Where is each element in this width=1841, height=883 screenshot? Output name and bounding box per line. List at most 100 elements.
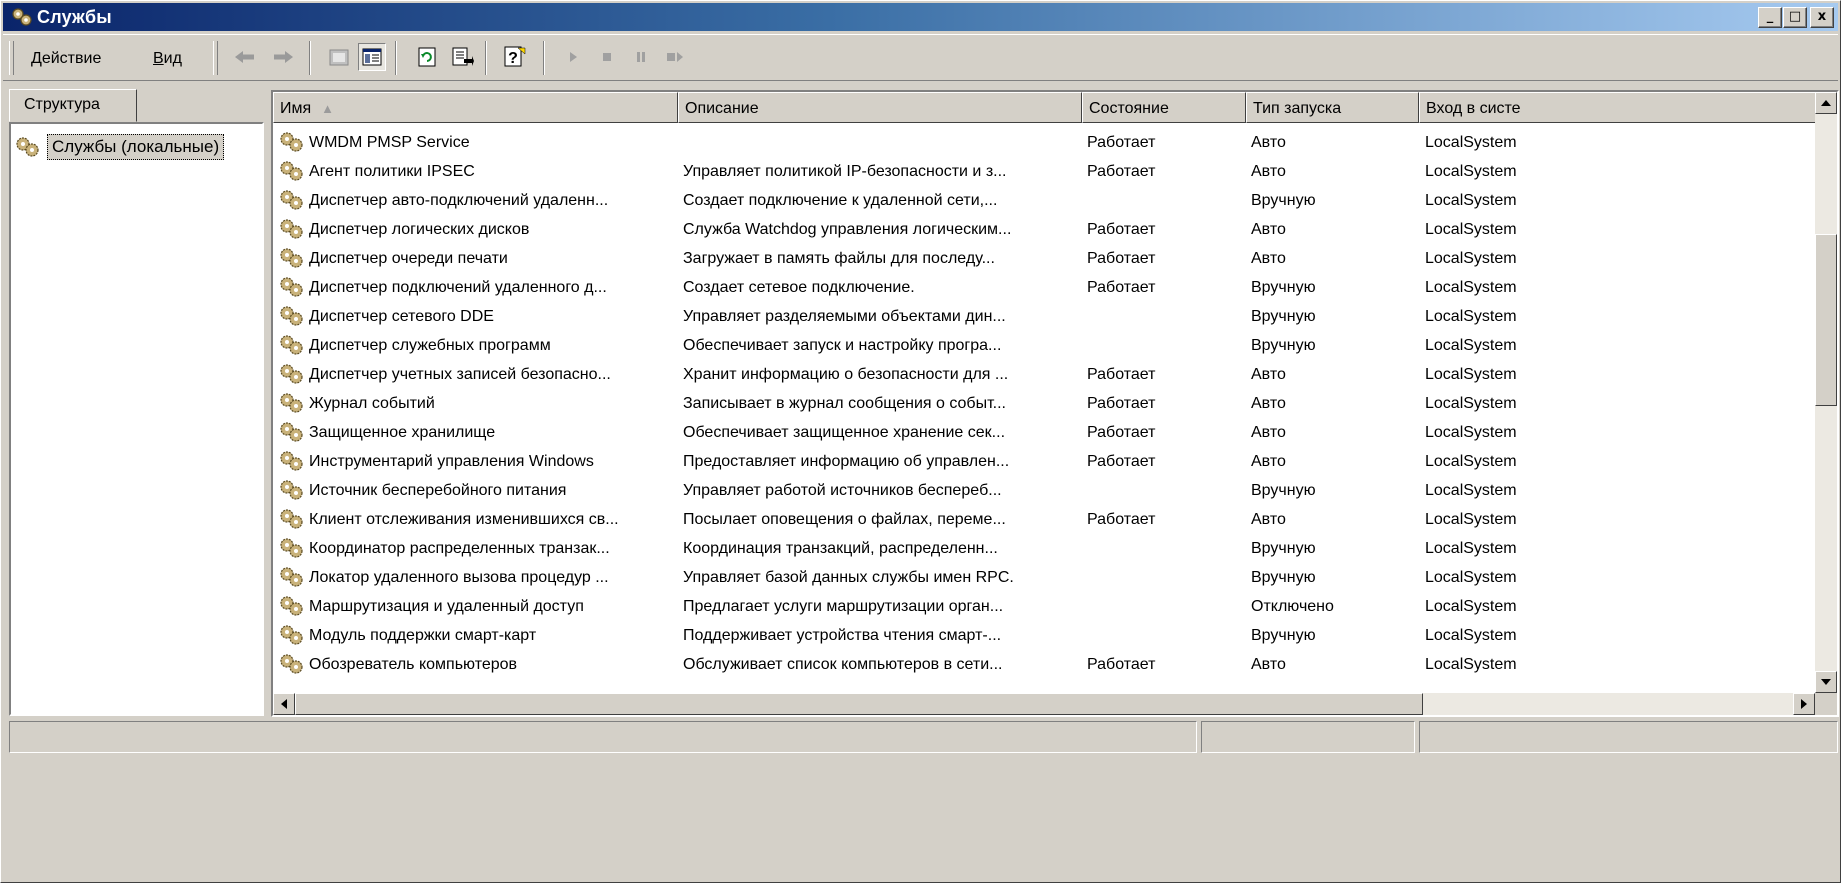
scroll-left-button[interactable]: [273, 693, 295, 715]
scroll-up-button[interactable]: [1815, 92, 1837, 114]
service-name: Диспетчер служебных программ: [309, 337, 551, 354]
service-gear-icon: [280, 364, 303, 384]
service-description: Хранит информацию о безопасности для ...: [683, 366, 1009, 383]
service-gear-icon: [280, 422, 303, 442]
service-gear-icon: [280, 509, 303, 529]
toolbar-grip[interactable]: [9, 41, 14, 75]
table-row[interactable]: Агент политики IPSEC Управляет политикой …: [273, 157, 1803, 186]
table-row[interactable]: Диспетчер учетных записей безопасно... Хр…: [273, 360, 1803, 389]
minimize-button[interactable]: _: [1758, 7, 1782, 28]
menu-view[interactable]: Вид: [153, 50, 182, 68]
restart-service-icon: [667, 52, 683, 62]
service-state: Работает: [1087, 221, 1156, 238]
title-bar[interactable]: Службы _ □ x: [3, 3, 1838, 31]
table-row[interactable]: WMDM PMSP Service Работает Авто LocalSystem: [273, 128, 1803, 157]
table-row[interactable]: Инструментарий управления Windows Предост…: [273, 447, 1803, 476]
service-description: Служба Watchdog управления логическим...: [683, 221, 1012, 238]
table-row[interactable]: Диспетчер очереди печати Загружает в памя…: [273, 244, 1803, 273]
toolbar-grip-2[interactable]: [213, 41, 218, 75]
service-state: Работает: [1087, 424, 1156, 441]
table-row[interactable]: Диспетчер сетевого DDE Управляет разделяе…: [273, 302, 1803, 331]
table-row[interactable]: Обозреватель компьютеров Обслуживает спис…: [273, 650, 1803, 679]
service-name: Диспетчер авто-подключений удаленн...: [309, 192, 609, 209]
service-startup-type: Авто: [1251, 134, 1286, 151]
stop-service-icon: [603, 53, 611, 61]
toolbar-separator: [395, 41, 397, 75]
forward-button[interactable]: [269, 43, 297, 71]
service-name: Диспетчер сетевого DDE: [309, 308, 494, 325]
hscroll-thumb[interactable]: [295, 693, 1423, 715]
table-row[interactable]: Диспетчер авто-подключений удаленн... Соз…: [273, 186, 1803, 215]
start-service-button[interactable]: [559, 43, 587, 71]
horizontal-scrollbar[interactable]: [273, 693, 1815, 715]
service-gear-icon: [280, 625, 303, 645]
tree-item-local-services[interactable]: Службы (локальные): [15, 134, 225, 160]
service-logon: LocalSystem: [1425, 656, 1517, 673]
service-gear-icon: [280, 335, 303, 355]
column-header-name[interactable]: Имя ▲: [273, 92, 678, 123]
service-logon: LocalSystem: [1425, 395, 1517, 412]
refresh-button[interactable]: [413, 43, 441, 71]
status-pane-right: [1419, 721, 1838, 753]
pause-service-button[interactable]: [627, 43, 655, 71]
service-description: Создает сетевое подключение.: [683, 279, 915, 296]
table-row[interactable]: Защищенное хранилище Обеспечивает защищен…: [273, 418, 1803, 447]
service-logon: LocalSystem: [1425, 453, 1517, 470]
service-name: Агент политики IPSEC: [309, 163, 475, 180]
svg-text:?: ?: [508, 50, 518, 67]
service-startup-type: Вручную: [1251, 540, 1316, 557]
service-startup-type: Отключено: [1251, 598, 1334, 615]
window-title: Службы: [37, 7, 112, 27]
restart-service-button[interactable]: [661, 43, 689, 71]
table-row[interactable]: Локатор удаленного вызова процедур ... Уп…: [273, 563, 1803, 592]
service-gear-icon: [280, 306, 303, 326]
column-header-logon[interactable]: Вход в систе: [1419, 92, 1819, 123]
scroll-down-button[interactable]: [1815, 671, 1837, 693]
table-row[interactable]: Источник бесперебойного питания Управляет…: [273, 476, 1803, 505]
toolbar-separator: [543, 41, 545, 75]
show-hide-tree-button[interactable]: [358, 43, 386, 71]
table-row[interactable]: Клиент отслеживания изменившихся св... По…: [273, 505, 1803, 534]
table-row[interactable]: Диспетчер служебных программ Обеспечивает…: [273, 331, 1803, 360]
service-state: Работает: [1087, 656, 1156, 673]
toolbar-separator: [485, 41, 487, 75]
table-row[interactable]: Диспетчер логических дисков Служба Watchd…: [273, 215, 1803, 244]
column-header-startup-type[interactable]: Тип запуска: [1246, 92, 1419, 123]
service-logon: LocalSystem: [1425, 366, 1517, 383]
column-header-state[interactable]: Состояние: [1082, 92, 1246, 123]
service-name: Диспетчер учетных записей безопасно...: [309, 366, 611, 383]
table-row[interactable]: Координатор распределенных транзак... Коо…: [273, 534, 1803, 563]
tab-structure[interactable]: Структура: [9, 89, 137, 122]
export-list-button[interactable]: [449, 43, 477, 71]
service-name: Клиент отслеживания изменившихся св...: [309, 511, 619, 528]
up-folder-button[interactable]: [325, 43, 353, 71]
menu-toolbar: Действие Вид ?: [3, 34, 1838, 81]
help-button[interactable]: ?: [501, 43, 529, 71]
table-row[interactable]: Маршрутизация и удаленный доступ Предлага…: [273, 592, 1803, 621]
back-button[interactable]: [231, 43, 259, 71]
start-service-icon: [570, 52, 577, 62]
service-gear-icon: [280, 451, 303, 471]
refresh-icon: [418, 47, 436, 67]
service-gear-icon: [280, 219, 303, 239]
service-startup-type: Авто: [1251, 453, 1286, 470]
stop-service-button[interactable]: [593, 43, 621, 71]
service-startup-type: Авто: [1251, 221, 1286, 238]
arrow-left-icon: [281, 699, 287, 709]
table-row[interactable]: Модуль поддержки смарт-карт Поддерживает …: [273, 621, 1803, 650]
service-description: Предоставляет информацию об управлен...: [683, 453, 1010, 470]
table-row[interactable]: Журнал событий Записывает в журнал сообще…: [273, 389, 1803, 418]
column-header-description[interactable]: Описание: [678, 92, 1082, 123]
arrow-right-icon: [1801, 699, 1807, 709]
services-list: Имя ▲ Описание Состояние Тип запуска Вход…: [271, 90, 1839, 717]
service-state: Работает: [1087, 250, 1156, 267]
maximize-button[interactable]: □: [1783, 7, 1807, 28]
vertical-scrollbar[interactable]: [1815, 92, 1837, 693]
close-button[interactable]: x: [1810, 7, 1834, 28]
menu-action[interactable]: Действие: [31, 50, 101, 68]
service-startup-type: Вручную: [1251, 482, 1316, 499]
scroll-right-button[interactable]: [1793, 693, 1815, 715]
scroll-thumb[interactable]: [1815, 234, 1837, 406]
table-row[interactable]: Диспетчер подключений удаленного д... Соз…: [273, 273, 1803, 302]
service-startup-type: Вручную: [1251, 308, 1316, 325]
